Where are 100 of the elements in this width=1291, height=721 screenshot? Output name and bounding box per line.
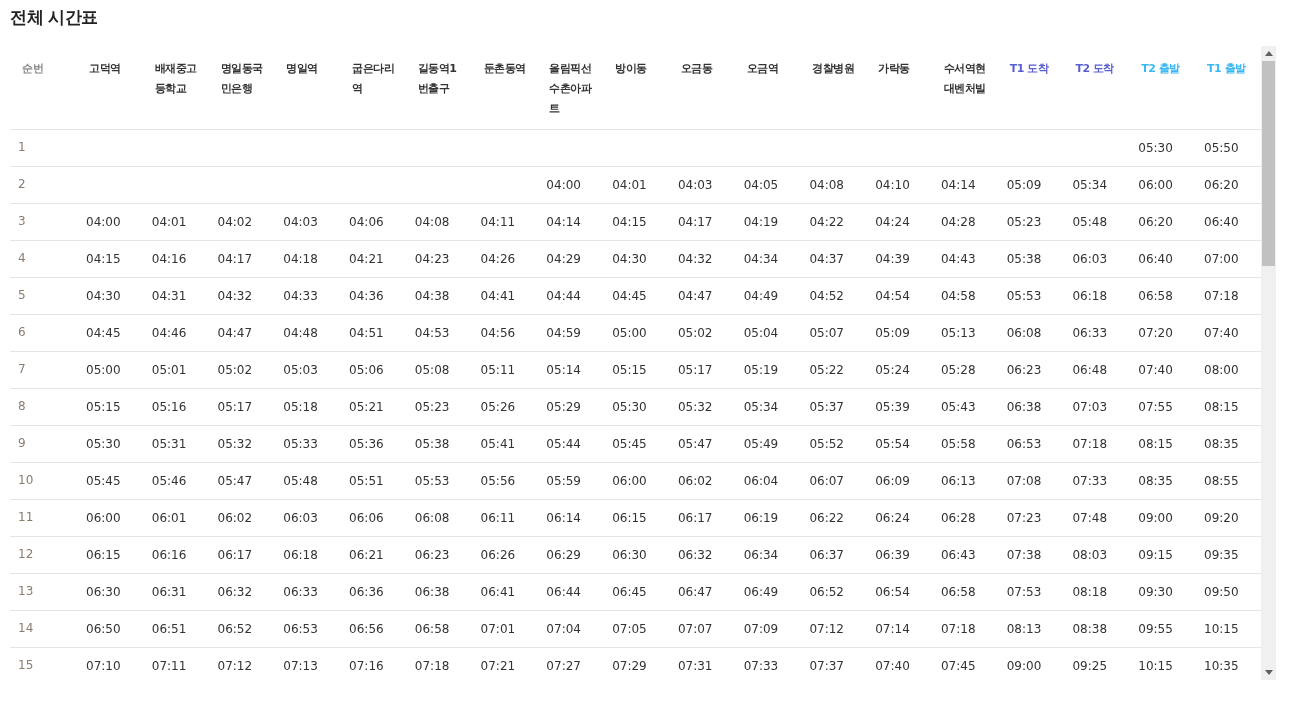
time-cell: 07:04 (546, 622, 581, 636)
time-cell: 05:52 (809, 437, 844, 451)
time-cell: 04:51 (349, 326, 384, 340)
time-cell: 05:47 (217, 474, 253, 488)
time-cell: 04:43 (940, 252, 976, 266)
time-cell: 07:37 (809, 659, 844, 673)
time-cell: 10:35 (1204, 659, 1239, 673)
row-number: 9 (18, 436, 26, 450)
time-cell: 04:48 (283, 326, 318, 340)
scroll-thumb[interactable] (1262, 61, 1275, 266)
time-cell: 07:27 (546, 659, 581, 673)
time-cell: 05:04 (743, 326, 779, 340)
time-cell: 05:28 (940, 363, 976, 377)
time-cell: 05:32 (677, 400, 713, 414)
row-number: 1 (18, 140, 26, 154)
time-cell: 04:08 (414, 215, 450, 229)
time-cell: 05:58 (940, 437, 976, 451)
time-cell: 06:37 (809, 548, 844, 562)
time-cell: 05:11 (480, 363, 516, 377)
time-cell: 06:39 (875, 548, 910, 562)
time-cell: 05:39 (875, 400, 910, 414)
time-cell: 04:23 (414, 252, 450, 266)
time-cell: 06:20 (1204, 178, 1239, 192)
time-cell: 06:26 (480, 548, 516, 562)
time-cell: 07:11 (151, 659, 187, 673)
scroll-down-icon[interactable] (1264, 670, 1273, 675)
row-number: 7 (18, 362, 26, 376)
time-cell: 04:37 (809, 252, 844, 266)
column-header: 경찰병원 (812, 61, 855, 77)
time-cell: 05:53 (414, 474, 450, 488)
time-cell: 05:30 (86, 437, 121, 451)
row-number: 3 (18, 214, 26, 228)
time-cell: 07:18 (414, 659, 450, 673)
time-cell: 04:26 (480, 252, 516, 266)
time-cell: 06:51 (151, 622, 187, 636)
time-cell: 06:29 (546, 548, 581, 562)
time-cell: 04:03 (677, 178, 713, 192)
time-cell: 04:18 (283, 252, 318, 266)
column-header: 둔촌동역 (483, 61, 526, 77)
scrollbar[interactable] (1261, 46, 1276, 680)
time-cell: 04:14 (940, 178, 976, 192)
time-cell: 08:15 (1138, 437, 1173, 451)
time-cell: 06:40 (1138, 252, 1173, 266)
time-cell: 05:59 (546, 474, 581, 488)
time-cell: 06:19 (743, 511, 779, 525)
time-cell: 06:58 (1138, 289, 1173, 303)
time-cell: 08:13 (1006, 622, 1042, 636)
time-cell: 07:38 (1006, 548, 1042, 562)
time-cell: 04:11 (480, 215, 516, 229)
row-number: 8 (18, 399, 26, 413)
time-cell: 04:01 (612, 178, 647, 192)
time-cell: 09:30 (1138, 585, 1173, 599)
time-cell: 05:08 (414, 363, 450, 377)
time-cell: 07:40 (875, 659, 910, 673)
time-cell: 05:32 (217, 437, 253, 451)
time-cell: 05:19 (743, 363, 779, 377)
column-header: 오금역 (746, 61, 779, 77)
time-cell: 06:38 (414, 585, 450, 599)
time-cell: 06:50 (86, 622, 121, 636)
time-cell: 07:31 (677, 659, 713, 673)
time-cell: 04:08 (809, 178, 844, 192)
time-cell: 05:17 (677, 363, 713, 377)
time-cell: 06:03 (1072, 252, 1108, 266)
time-cell: 07:12 (217, 659, 253, 673)
time-cell: 06:47 (677, 585, 713, 599)
time-cell: 06:52 (217, 622, 253, 636)
time-cell: 05:22 (809, 363, 844, 377)
column-header: T2 도착 (1075, 61, 1114, 77)
time-cell: 07:00 (1204, 252, 1239, 266)
time-cell: 04:39 (875, 252, 910, 266)
time-cell: 07:18 (1072, 437, 1108, 451)
time-cell: 06:13 (940, 474, 976, 488)
time-cell: 04:34 (743, 252, 779, 266)
time-cell: 08:00 (1204, 363, 1239, 377)
time-cell: 08:35 (1138, 474, 1173, 488)
scroll-up-icon[interactable] (1264, 51, 1273, 56)
time-cell: 05:56 (480, 474, 516, 488)
time-cell: 09:25 (1072, 659, 1108, 673)
time-cell: 08:03 (1072, 548, 1108, 562)
time-cell: 06:30 (86, 585, 121, 599)
time-cell: 06:52 (809, 585, 844, 599)
time-cell: 05:31 (151, 437, 187, 451)
time-cell: 07:18 (940, 622, 976, 636)
time-cell: 04:03 (283, 215, 318, 229)
time-cell: 07:07 (677, 622, 713, 636)
row-number: 12 (18, 547, 34, 561)
time-cell: 05:15 (86, 400, 121, 414)
row-number: 14 (18, 621, 34, 635)
time-cell: 06:28 (940, 511, 976, 525)
column-header: 오금동 (680, 61, 713, 77)
time-cell: 06:09 (875, 474, 910, 488)
time-cell: 07:29 (612, 659, 647, 673)
time-cell: 04:06 (349, 215, 384, 229)
time-cell: 05:02 (677, 326, 713, 340)
row-number: 4 (18, 251, 26, 265)
time-cell: 05:21 (349, 400, 384, 414)
time-cell: 06:24 (875, 511, 910, 525)
row-number: 15 (18, 658, 34, 672)
time-cell: 06:07 (809, 474, 844, 488)
time-cell: 09:15 (1138, 548, 1173, 562)
